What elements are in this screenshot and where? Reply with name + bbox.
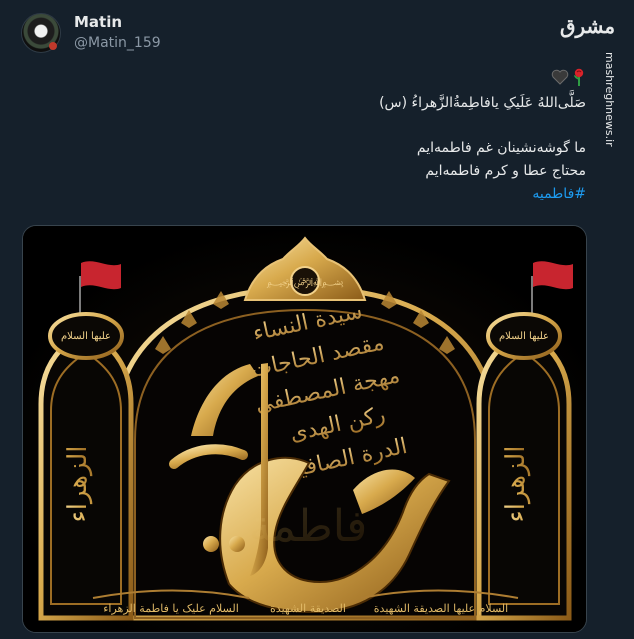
hashtag-link[interactable]: #فاطمیه <box>266 183 586 206</box>
main-calligraphy-text: فاطمة <box>249 501 368 552</box>
tweet-line-3: محتاج عطا و کرم فاطمه‌ایم <box>425 163 586 179</box>
bottom-right-inscription: السلام علیها الصدیقة الشهیدة <box>374 602 508 615</box>
calligraphy-artwork: ﷽ علیها السلام الزهراء علیها السلام الزه… <box>23 226 586 632</box>
tweet-media-image[interactable]: ﷽ علیها السلام الزهراء علیها السلام الزه… <box>22 225 587 633</box>
bottom-left-inscription: السلام علیک یا فاطمة الزهراء <box>103 602 239 615</box>
bottom-center-inscription: الصدیقة الشهیدة <box>270 602 346 615</box>
tweet-line-2: ما گوشه‌نشینان غم فاطمه‌ایم <box>416 140 586 156</box>
right-side-calligraphy: الزهراء <box>501 446 531 523</box>
author-name[interactable]: Matin <box>74 13 122 31</box>
tweet-line-1: صَلَّی‌اللهُ عَلَیکِ یافاطِمةُالزَّهراءُ… <box>379 95 586 111</box>
right-top-label: علیها السلام <box>499 331 549 342</box>
author-handle[interactable]: @Matin_159 <box>74 35 161 51</box>
emoji-group <box>551 68 586 86</box>
left-side-calligraphy: الزهراء <box>63 446 93 523</box>
rose-icon <box>572 68 586 86</box>
watermark-url: mashreghnews.ir <box>603 52 616 147</box>
left-top-label: علیها السلام <box>61 331 111 342</box>
avatar[interactable] <box>21 13 61 53</box>
black-heart-icon <box>551 69 569 85</box>
watermark-logo: مشرق <box>560 14 616 38</box>
tweet-card: Matin @Matin_159 مشرق mashreghnews.ir صَ… <box>0 0 634 639</box>
crown-inscription: ﷽ <box>267 277 344 289</box>
tweet-text: صَلَّی‌اللهُ عَلَیکِ یافاطِمةُالزَّهراءُ… <box>266 92 586 206</box>
